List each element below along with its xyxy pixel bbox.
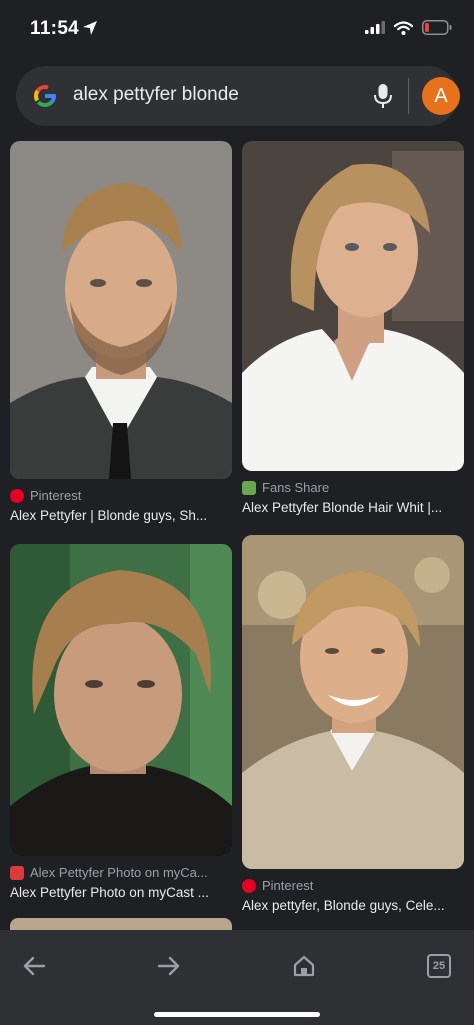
result-source-label: Pinterest [262,878,314,893]
result-caption[interactable]: Alex Pettyfer Blonde Hair Whit |... [242,500,464,515]
home-icon [293,955,315,977]
status-bar: 11:54 [0,0,474,60]
search-bar[interactable]: alex pettyfer blonde A [16,66,460,126]
tabs-button[interactable]: 25 [417,944,461,988]
result-card[interactable]: Alex Pettyfer Photo on myCa... Alex Pett… [10,544,232,900]
result-image[interactable] [10,141,232,479]
pinterest-icon [10,488,24,503]
result-card[interactable]: Pinterest Alex pettyfer, Blonde guys, Ce… [242,535,464,913]
wifi-icon [394,20,413,35]
fansshare-icon [242,480,256,495]
result-source: Fans Share [242,480,464,495]
status-icons [365,20,452,35]
home-button[interactable] [282,944,326,988]
tab-count: 25 [427,954,451,978]
account-avatar[interactable]: A [422,77,460,115]
result-card[interactable]: Fans Share Alex Pettyfer Blonde Hair Whi… [242,141,464,515]
home-indicator [154,1012,320,1017]
result-card[interactable]: Pinterest Alex Pettyfer | Blonde guys, S… [10,141,232,523]
result-image[interactable] [242,535,464,869]
back-arrow-icon [23,956,46,976]
result-source-label: Fans Share [262,480,330,495]
result-image[interactable] [10,544,232,856]
location-arrow-icon [83,21,97,35]
result-source: Pinterest [242,878,464,893]
status-time: 11:54 [30,18,80,39]
search-divider [408,78,409,114]
result-image[interactable] [242,141,464,471]
result-caption[interactable]: Alex Pettyfer | Blonde guys, Sh... [10,508,232,523]
forward-arrow-icon [157,956,180,976]
forward-button[interactable] [147,944,191,988]
result-caption[interactable]: Alex Pettyfer Photo on myCast ... [10,885,232,900]
pinterest-icon [242,878,256,893]
google-logo-icon [34,85,56,108]
search-query[interactable]: alex pettyfer blonde [73,84,239,106]
back-button[interactable] [12,944,56,988]
result-source: Alex Pettyfer Photo on myCa... [10,865,232,880]
result-source: Pinterest [10,488,232,503]
result-source-label: Pinterest [30,488,82,503]
battery-icon [422,20,452,35]
result-source-label: Alex Pettyfer Photo on myCa... [30,865,208,880]
result-caption[interactable]: Alex pettyfer, Blonde guys, Cele... [242,898,464,913]
mycast-icon [10,865,24,880]
cellular-signal-icon [365,21,385,34]
microphone-icon[interactable] [370,82,396,110]
browser-toolbar: 25 [0,930,474,1025]
